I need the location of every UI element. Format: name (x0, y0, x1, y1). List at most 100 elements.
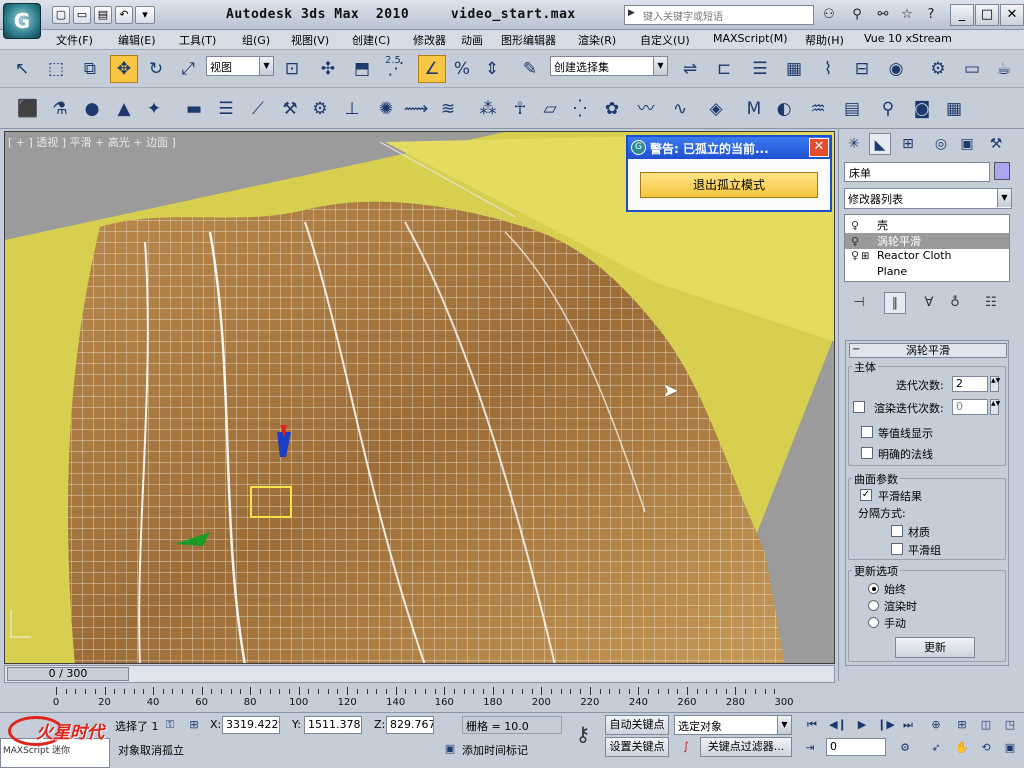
layer-manager-icon[interactable]: ☰ (746, 55, 774, 83)
utilities-tab-icon[interactable]: ⚒ (985, 133, 1007, 155)
previous-frame-icon[interactable]: ◀❙ (828, 716, 848, 734)
motion-tab-icon[interactable]: ◎ (930, 133, 952, 155)
menu-item-1[interactable]: 编辑(E) (118, 32, 156, 48)
light-icon[interactable]: ✺ (372, 95, 400, 123)
tree-icon[interactable]: ✿ (598, 95, 626, 123)
make-unique-icon[interactable]: ∀ (918, 292, 940, 314)
modifier-stack-item[interactable]: ♀ 壳 (845, 217, 1009, 233)
dummy-icon[interactable]: ◈ (702, 95, 730, 123)
percent-snap-icon[interactable]: % (448, 55, 476, 83)
rollout-header[interactable]: 涡轮平滑 (849, 343, 1007, 358)
app-logo-icon[interactable]: G (3, 3, 41, 39)
edit-named-selection-icon[interactable]: ✎ (516, 55, 544, 83)
menu-item-3[interactable]: 组(G) (242, 32, 270, 48)
absolute-mode-icon[interactable]: ⊞ (184, 716, 204, 734)
new-file-icon[interactable]: ▢ (52, 6, 70, 24)
render-setup-icon[interactable]: ⚙ (924, 55, 952, 83)
remove-modifier-icon[interactable]: ♁ (944, 292, 966, 314)
helper-icon[interactable]: ⊥ (338, 95, 366, 123)
select-rotate-icon[interactable]: ↻ (142, 55, 170, 83)
spline-icon[interactable]: ∿ (666, 95, 694, 123)
time-slider[interactable]: 0 / 300 (4, 665, 835, 683)
explicit-normals-checkbox[interactable] (861, 447, 873, 459)
cloth-icon[interactable]: ♒ (804, 95, 832, 123)
angle-snap-icon[interactable]: ∠ (418, 55, 446, 83)
named-selection-set-dropdown[interactable]: 创建选择集 ▼ (550, 56, 668, 76)
current-frame-field[interactable]: 0 (826, 738, 886, 756)
update-when-rendering-radio[interactable] (868, 600, 879, 611)
wind-icon[interactable]: 〰 (632, 95, 660, 123)
maximize-button[interactable]: □ (975, 4, 999, 26)
key-selection-dropdown[interactable]: 选定对象 ▼ (674, 715, 792, 735)
menu-item-6[interactable]: 修改器 (413, 32, 446, 48)
favorites-star-icon[interactable]: ☆ (898, 6, 916, 24)
create-tab-icon[interactable]: ✳ (843, 133, 865, 155)
time-tag-icon[interactable]: ▣ (440, 740, 460, 758)
lock-selection-icon[interactable]: ⚿ (160, 716, 180, 734)
smooth-result-checkbox[interactable]: ✓ (860, 489, 872, 501)
wrench-icon[interactable]: ⚒ (276, 95, 304, 123)
menu-item-2[interactable]: 工具(T) (179, 32, 216, 48)
render-teapot-icon[interactable]: ☕ (990, 55, 1018, 83)
menu-item-5[interactable]: 创建(C) (352, 32, 390, 48)
zoom-all-icon[interactable]: ⊞ (952, 716, 972, 734)
next-frame-icon[interactable]: ❙▶ (876, 716, 896, 734)
material-editor-icon[interactable]: ◉ (882, 55, 910, 83)
close-button[interactable]: ✕ (1000, 4, 1024, 26)
update-button[interactable]: 更新 (895, 637, 975, 658)
y-coordinate-field[interactable]: 1511.378 (304, 716, 362, 734)
undo-icon[interactable]: ↶ (115, 6, 133, 24)
schematic-view-icon[interactable]: ⊟ (848, 55, 876, 83)
menu-item-12[interactable]: 帮助(H) (805, 32, 844, 48)
set-key-icon[interactable]: ⚷ (568, 722, 598, 748)
z-coordinate-field[interactable]: 829.767 (386, 716, 434, 734)
menu-item-13[interactable]: Vue 10 xStream (864, 32, 952, 45)
spray-icon[interactable]: ⁛ (566, 95, 594, 123)
info-center-icon[interactable]: ⚲ (848, 6, 866, 24)
reference-coordinate-dropdown[interactable]: 视图 ▼ (206, 56, 274, 76)
time-configuration-icon[interactable]: ⚙ (895, 739, 915, 757)
lightbulb-icon[interactable]: ♀ (851, 235, 861, 248)
select-scale-icon[interactable]: ⤢ (174, 55, 202, 83)
time-slider-handle[interactable]: 0 / 300 (7, 667, 129, 681)
show-end-result-icon[interactable]: ∥ (884, 292, 906, 314)
modifier-stack-item[interactable]: ♀ ⊞ Reactor Cloth (845, 249, 1009, 265)
spinner-arrows-icon[interactable]: ▲▼ (990, 376, 1000, 392)
menu-item-9[interactable]: 渲染(R) (578, 32, 616, 48)
dialog-close-button[interactable]: ✕ (809, 138, 829, 157)
isoline-display-checkbox[interactable] (861, 426, 873, 438)
spinner-snap-icon[interactable]: ⇕ (478, 55, 506, 83)
help-icon[interactable]: ? (922, 6, 940, 24)
biped-icon[interactable]: ✦ (140, 95, 168, 123)
camera-icon[interactable]: ⟿ (402, 95, 430, 123)
pan-view-icon[interactable]: ✋ (952, 739, 972, 757)
separate-material-checkbox[interactable] (891, 525, 903, 537)
modifier-stack-item[interactable]: Plane (845, 265, 1009, 281)
hierarchy-tab-icon[interactable]: ⊞ (897, 133, 919, 155)
search-input[interactable]: 键入关键字或短语 (624, 5, 814, 25)
object-color-swatch[interactable] (994, 162, 1010, 180)
align-icon[interactable]: ⊏ (710, 55, 738, 83)
x-coordinate-field[interactable]: 3319.422 (222, 716, 280, 734)
communication-icon[interactable]: ⚯ (874, 6, 892, 24)
select-move-icon[interactable]: ✥ (110, 55, 138, 83)
gear-icon[interactable]: ⚙ (306, 95, 334, 123)
bone-icon[interactable]: ⟋ (244, 95, 272, 123)
select-region-icon[interactable]: ⬚ (42, 55, 70, 83)
basketball-icon[interactable]: ◐ (770, 95, 798, 123)
object-name-field[interactable]: 床单 (844, 162, 990, 182)
auto-key-button[interactable]: 自动关键点 (605, 715, 669, 735)
teapot-icon[interactable]: ⚗ (46, 95, 74, 123)
mirror-icon[interactable]: ⇌ (676, 55, 704, 83)
space-warp-icon[interactable]: ≋ (434, 95, 462, 123)
zoom-icon[interactable]: ⊕ (926, 716, 946, 734)
render-iterations-spinner[interactable]: 0 (952, 399, 988, 415)
go-to-end-icon[interactable]: ⏭ (898, 716, 918, 734)
menu-item-10[interactable]: 自定义(U) (640, 32, 690, 48)
window-crossing-icon[interactable]: ⧉ (76, 55, 104, 83)
figure-icon[interactable]: ☥ (506, 95, 534, 123)
key-mode-icon[interactable]: ⇥ (800, 739, 820, 757)
graphite-tools-icon[interactable]: ▦ (780, 55, 808, 83)
add-time-tag[interactable]: 添加时间标记 (462, 742, 528, 758)
zoom-extents-all-icon[interactable]: ◳ (1000, 716, 1020, 734)
